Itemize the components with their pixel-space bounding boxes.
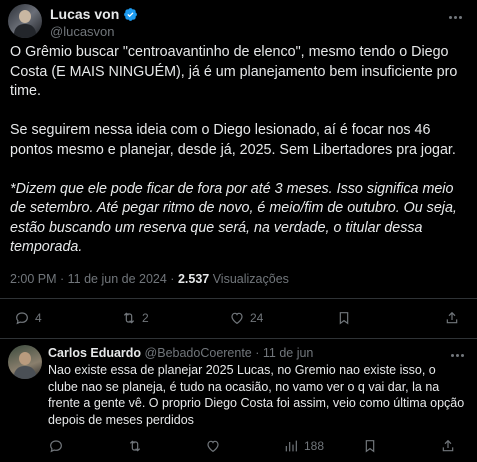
author-name-row: Lucas von (50, 6, 138, 22)
divider (0, 338, 477, 339)
views-label: Visualizações (209, 272, 289, 286)
views-chart-icon (285, 440, 297, 452)
reply-share-button[interactable] (440, 438, 456, 454)
reply-count: 4 (35, 311, 42, 325)
retweet-icon (129, 440, 141, 452)
share-button[interactable] (444, 310, 460, 326)
views-count: 2.537 (177, 272, 210, 286)
bookmark-icon (339, 312, 349, 325)
reply-author-name[interactable]: Carlos Eduardo (48, 346, 141, 360)
tweet-actions: 4 2 24 (0, 310, 477, 330)
share-icon (442, 439, 454, 452)
like-count: 24 (250, 311, 264, 325)
tweet-meta: 2:00 PM · 11 de jun de 2024 · 2.537 Visu… (10, 272, 289, 286)
more-options-icon[interactable] (445, 10, 465, 24)
author-name[interactable]: Lucas von (50, 6, 119, 22)
reply-views-count: 188 (304, 439, 325, 453)
reply-reply-button[interactable] (48, 438, 64, 454)
reply-actions: 188 (0, 438, 477, 458)
author-avatar[interactable] (8, 4, 42, 38)
retweet-button[interactable]: 2 (121, 310, 149, 326)
reply-views-button[interactable]: 188 (283, 438, 324, 454)
tweet-paragraph: *Dizem que ele pode ficar de fora por at… (10, 180, 457, 256)
reply-bookmark-button[interactable] (362, 438, 378, 454)
divider (0, 298, 477, 299)
tweet-text: O Grêmio buscar "centroavantinho de elen… (10, 43, 470, 258)
reply-button[interactable]: 4 (14, 310, 42, 326)
reply-header: Carlos Eduardo @BebadoCoerente · 11 de j… (48, 346, 313, 360)
retweet-icon (123, 312, 135, 324)
heart-icon (231, 312, 243, 325)
reply-more-options-icon[interactable] (447, 350, 467, 360)
tweet-paragraph: O Grêmio buscar "centroavantinho de elen… (10, 44, 458, 99)
verified-badge-icon (124, 7, 138, 21)
tweet-header: Lucas von @lucasvon (8, 4, 469, 40)
reply-icon (16, 312, 28, 325)
tweet-timestamp[interactable]: 2:00 PM · 11 de jun de 2024 · (10, 272, 178, 286)
author-handle[interactable]: @lucasvon (50, 24, 115, 39)
reply-author-avatar[interactable] (8, 345, 42, 379)
like-button[interactable]: 24 (229, 310, 263, 326)
reply-retweet-button[interactable] (127, 438, 143, 454)
retweet-count: 2 (142, 311, 149, 325)
reply-text: Nao existe essa de planejar 2025 Lucas, … (48, 363, 465, 427)
reply-icon (50, 440, 62, 453)
reply-like-button[interactable] (205, 438, 221, 454)
tweet-paragraph: Se seguirem nessa ideia com o Diego lesi… (10, 122, 456, 158)
share-icon (446, 311, 458, 324)
reply-handle-date[interactable]: @BebadoCoerente · 11 de jun (141, 346, 314, 360)
bookmark-button[interactable] (336, 310, 352, 326)
heart-icon (207, 440, 219, 453)
bookmark-icon (365, 440, 375, 453)
